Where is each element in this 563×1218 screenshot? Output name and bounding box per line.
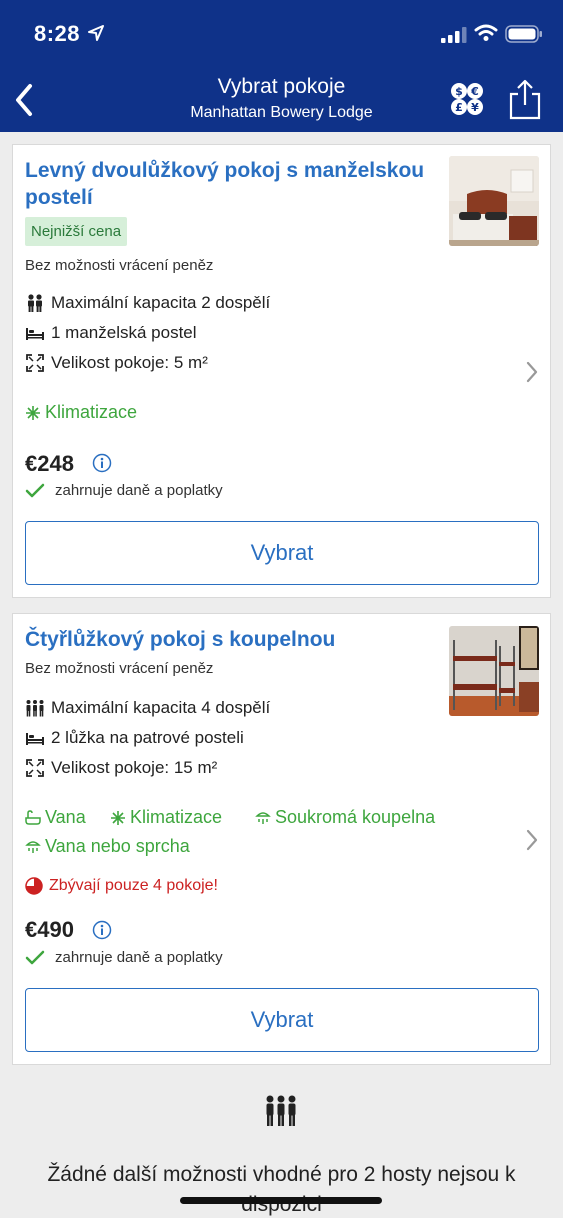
bathtub-icon — [25, 809, 41, 825]
page-title: Vybrat pokoje — [217, 75, 346, 98]
wifi-icon — [474, 24, 498, 41]
svg-text:$: $ — [455, 85, 463, 98]
room-card[interactable]: Levný dvoulůžkový pokoj s manželskou pos… — [12, 144, 551, 598]
amenity-air-conditioning: Klimatizace — [110, 807, 222, 828]
amenity-bathtub: Vana — [25, 807, 86, 828]
refund-policy: Bez možnosti vrácení peněz — [25, 660, 214, 677]
checkmark-icon — [25, 950, 45, 964]
size-row: Velikost pokoje: 5 m² — [25, 353, 208, 373]
svg-text:€: € — [470, 85, 479, 98]
battery-icon — [505, 25, 542, 43]
chevron-right-icon[interactable] — [525, 828, 539, 852]
availability-pie-icon — [25, 877, 43, 895]
amenity-label: Soukromá koupelna — [275, 807, 436, 827]
app-header: 8:28 Vybrat pokoje Manhattan Bowery Lodg… — [0, 0, 563, 132]
capacity-text: Maximální kapacita 4 dospělí — [51, 698, 271, 717]
status-time: 8:28 — [34, 21, 81, 46]
svg-text:¥: ¥ — [471, 101, 479, 114]
share-icon[interactable] — [507, 78, 543, 122]
warning-text: Zbývají pouze 4 pokoje! — [49, 877, 218, 894]
guests-icon — [266, 1095, 296, 1126]
no-more-options-text: Žádné další možnosti vhodné pro 2 hosty … — [47, 1163, 516, 1216]
amenity-air-conditioning: Klimatizace — [25, 402, 137, 423]
room-title[interactable]: Levný dvoulůžkový pokoj s manželskou pos… — [25, 157, 435, 211]
snowflake-icon — [111, 810, 125, 825]
chevron-right-icon[interactable] — [525, 360, 539, 384]
beds-text: 2 lůžka na patrové posteli — [51, 728, 244, 747]
taxes-text: zahrnuje daně a poplatky — [55, 949, 223, 966]
beds-row: 1 manželská postel — [25, 323, 197, 343]
beds-text: 1 manželská postel — [51, 323, 197, 342]
size-text: Velikost pokoje: 5 m² — [51, 353, 208, 372]
room-card[interactable]: Čtyřlůžkový pokoj s koupelnou Bez možnos… — [12, 613, 551, 1065]
taxes-text: zahrnuje daně a poplatky — [55, 482, 223, 499]
select-room-button[interactable]: Vybrat — [25, 521, 539, 585]
room-price: €490 — [25, 917, 74, 942]
capacity-text: Maximální kapacita 2 dospělí — [51, 293, 271, 312]
hotel-name: Manhattan Bowery Lodge — [190, 104, 373, 121]
info-icon[interactable] — [92, 453, 112, 473]
beds-row: 2 lůžka na patrové posteli — [25, 728, 244, 748]
guests-icon — [28, 294, 42, 312]
shower-icon — [255, 811, 271, 824]
amenity-label: Vana nebo sprcha — [45, 836, 190, 856]
capacity-row: Maximální kapacita 4 dospělí — [25, 698, 270, 718]
room-photo[interactable] — [449, 156, 539, 246]
info-icon[interactable] — [92, 920, 112, 940]
amenity-label: Vana — [45, 807, 86, 827]
taxes-row: zahrnuje daně a poplatky — [25, 482, 223, 499]
refund-policy: Bez možnosti vrácení peněz — [25, 257, 214, 274]
bed-icon — [26, 733, 44, 745]
amenity-label: Klimatizace — [45, 402, 138, 422]
home-indicator[interactable] — [180, 1197, 382, 1204]
amenity-bath-or-shower: Vana nebo sprcha — [25, 836, 190, 857]
checkmark-icon — [25, 483, 45, 497]
size-row: Velikost pokoje: 15 m² — [25, 758, 217, 778]
taxes-row: zahrnuje daně a poplatky — [25, 949, 223, 966]
room-price: €248 — [25, 451, 74, 476]
location-arrow-icon — [88, 25, 104, 41]
currency-icon[interactable]: $ € £ ¥ — [449, 81, 485, 117]
size-text: Velikost pokoje: 15 m² — [51, 758, 218, 777]
amenity-label: Klimatizace — [130, 807, 223, 827]
availability-warning: Zbývají pouze 4 pokoje! — [25, 877, 218, 895]
guests-icon — [26, 700, 44, 717]
capacity-row: Maximální kapacita 2 dospělí — [25, 293, 270, 313]
room-photo[interactable] — [449, 626, 539, 716]
svg-text:£: £ — [455, 101, 463, 114]
room-title[interactable]: Čtyřlůžkový pokoj s koupelnou — [25, 626, 435, 653]
shower-icon — [25, 840, 41, 853]
cellular-signal-icon — [441, 27, 467, 43]
bed-icon — [26, 328, 44, 340]
snowflake-icon — [26, 405, 40, 420]
room-size-icon — [26, 759, 44, 777]
amenity-private-bathroom: Soukromá koupelna — [255, 807, 435, 828]
back-button[interactable] — [10, 80, 40, 120]
room-size-icon — [26, 354, 44, 372]
lowest-price-badge: Nejnižší cena — [25, 217, 128, 246]
select-room-button[interactable]: Vybrat — [25, 988, 539, 1052]
